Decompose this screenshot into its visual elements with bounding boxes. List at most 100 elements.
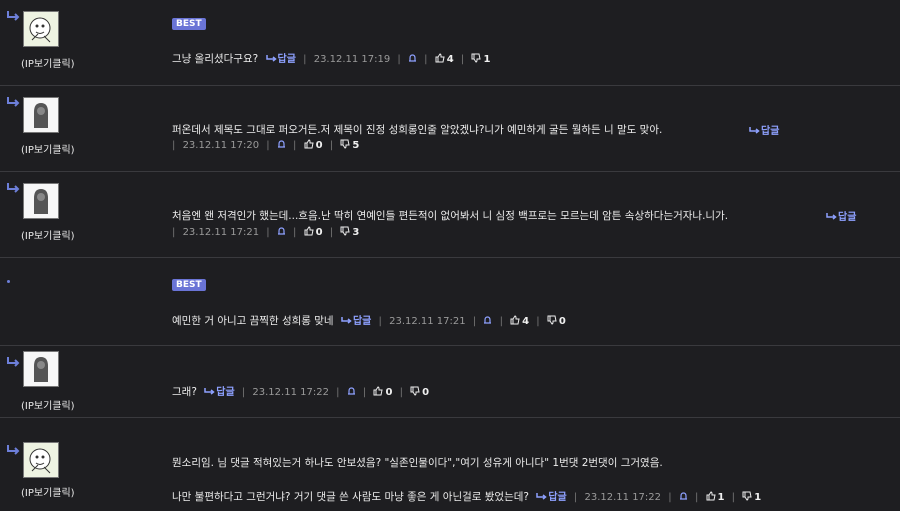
dislike-button[interactable]: 0 (547, 315, 566, 327)
dislike-count: 5 (352, 140, 360, 151)
reply-button[interactable]: 답글 (204, 387, 235, 398)
divider: | (241, 387, 246, 398)
like-button[interactable]: 1 (706, 491, 725, 503)
reply-label: 답글 (761, 126, 780, 137)
reply-label: 답글 (838, 212, 857, 223)
reply-button[interactable]: 답글 (826, 208, 856, 223)
reply-arrow-icon (204, 388, 215, 395)
comment-date: 23.12.11 17:20 (182, 140, 260, 151)
reply-button[interactable]: 답글 (341, 316, 371, 327)
ip-view-link[interactable]: (IP보기클릭) (21, 227, 75, 242)
thumbs-up-icon (510, 315, 520, 325)
like-count: 0 (315, 140, 323, 151)
ip-view-link[interactable]: (IP보기클릭) (21, 484, 75, 499)
divider: | (472, 316, 477, 327)
comment-text: 그냥 올리셨다구요? 답글 | 23.12.11 17:19 | | 4 | 1 (172, 50, 490, 66)
ip-view-link[interactable]: (IP보기클릭) (21, 55, 75, 70)
comment-item: (IP보기클릭) 그래? 답글 | 23.12.11 17:22 | | 0 |… (0, 346, 900, 418)
comment-item: (IP보기클릭) 처음엔 왠 저격인가 했는데...흐음.난 딱히 연예인들 편… (0, 172, 900, 258)
reply-marker-dot (7, 280, 10, 283)
thumbs-up-icon (304, 139, 314, 149)
cartoon-face-avatar-icon[interactable] (23, 442, 59, 478)
report-bell-icon[interactable] (408, 54, 417, 63)
thumbs-down-icon (340, 139, 350, 149)
report-bell-icon[interactable] (483, 316, 492, 325)
dislike-count: 1 (483, 54, 491, 65)
like-button[interactable]: 0 (304, 226, 323, 238)
thumbs-up-icon (373, 386, 384, 396)
thumbs-down-icon (547, 315, 557, 325)
thumbs-down-icon (471, 53, 482, 63)
divider: | (460, 54, 465, 65)
divider: | (424, 54, 428, 65)
reply-label: 답글 (277, 54, 296, 65)
ip-view-link[interactable]: (IP보기클릭) (21, 397, 75, 412)
comment-item: (IP보기클릭) 퍼온데서 제목도 그대로 퍼오거든.저 제목이 진정 성희롱인… (0, 86, 900, 172)
report-bell-icon[interactable] (277, 227, 286, 236)
dislike-button[interactable]: 3 (340, 226, 360, 238)
comment-meta: | 23.12.11 17:20 | | 0 | 5 (172, 139, 359, 151)
comment-line: 나만 불편하다고 그런거냐? 거기 댓글 쓴 사람도 마냥 좋은 게 아닌걸로 … (172, 491, 529, 503)
best-badge: BEST (172, 18, 206, 30)
reply-arrow-icon (7, 445, 20, 455)
reply-arrow-icon (341, 317, 352, 324)
reply-label: 답글 (548, 492, 567, 503)
reply-arrow-icon (7, 11, 20, 21)
comment-meta: | 23.12.11 17:21 | | 0 | 3 (172, 226, 359, 238)
comment-text: 그래? 답글 | 23.12.11 17:22 | | 0 | 0 (172, 383, 429, 399)
thumbs-up-icon (304, 226, 314, 236)
like-button[interactable]: 0 (304, 139, 323, 151)
divider: | (329, 227, 334, 238)
like-button[interactable]: 4 (510, 315, 529, 327)
reply-button[interactable]: 답글 (749, 122, 779, 137)
divider: | (266, 227, 270, 238)
reply-arrow-icon (7, 183, 20, 193)
divider: | (536, 316, 540, 327)
report-bell-icon[interactable] (679, 492, 688, 501)
dislike-count: 0 (422, 387, 430, 398)
comment-date: 23.12.11 17:22 (252, 387, 329, 398)
best-badge: BEST (172, 279, 206, 291)
reply-button[interactable]: 답글 (265, 54, 296, 65)
like-button[interactable]: 0 (373, 386, 393, 398)
cartoon-face-avatar-icon[interactable] (23, 11, 59, 47)
ip-view-link[interactable]: (IP보기클릭) (21, 141, 75, 156)
comment-list: (IP보기클릭) BEST 그냥 올리셨다구요? 답글 | 23.12.11 1… (0, 0, 900, 511)
comment-date: 23.12.11 17:19 (313, 54, 391, 65)
dislike-button[interactable]: 1 (742, 491, 762, 503)
comment-date: 23.12.11 17:21 (389, 316, 466, 327)
divider: | (266, 140, 270, 151)
default-silhouette-avatar-icon[interactable] (23, 183, 59, 219)
dislike-button[interactable]: 1 (471, 53, 491, 65)
dislike-count: 1 (754, 492, 762, 503)
like-button[interactable]: 4 (435, 53, 454, 65)
like-count: 1 (717, 492, 725, 503)
divider: | (694, 492, 699, 503)
report-bell-icon[interactable] (277, 140, 286, 149)
dislike-button[interactable]: 0 (410, 386, 430, 398)
thumbs-down-icon (410, 386, 420, 396)
comment-line: 그래? (172, 386, 197, 398)
reply-label: 답글 (352, 316, 372, 327)
like-count: 0 (385, 387, 393, 398)
thumbs-up-icon (706, 491, 716, 501)
divider: | (499, 316, 503, 327)
thumbs-up-icon (435, 53, 445, 63)
dislike-button[interactable]: 5 (340, 139, 360, 151)
report-bell-icon[interactable] (347, 387, 356, 396)
comment-item: (IP보기클릭) 뭔소리임. 님 댓글 적혀있는거 하나도 안보셨음? "실존인… (0, 418, 900, 511)
reply-button[interactable]: 답글 (536, 492, 567, 503)
reply-arrow-icon (7, 97, 20, 107)
default-silhouette-avatar-icon[interactable] (23, 97, 59, 133)
reply-arrow-icon (265, 55, 277, 62)
divider: | (399, 387, 403, 398)
divider: | (293, 140, 297, 151)
dislike-count: 3 (352, 227, 360, 238)
divider: | (293, 227, 297, 238)
default-silhouette-avatar-icon[interactable] (23, 351, 59, 387)
divider: | (668, 492, 672, 503)
comment-line: 퍼온데서 제목도 그대로 퍼오거든.저 제목이 진정 성희롱인줄 알았겠냐?니가… (172, 124, 663, 136)
comment-meta: 답글 | 23.12.11 17:22 | | 0 | 0 (204, 386, 430, 398)
comment-item: BEST 예민한 거 아니고 끔찍한 성희롱 맞네 답글 | 23.12.11 … (0, 258, 900, 346)
divider: | (329, 140, 334, 151)
